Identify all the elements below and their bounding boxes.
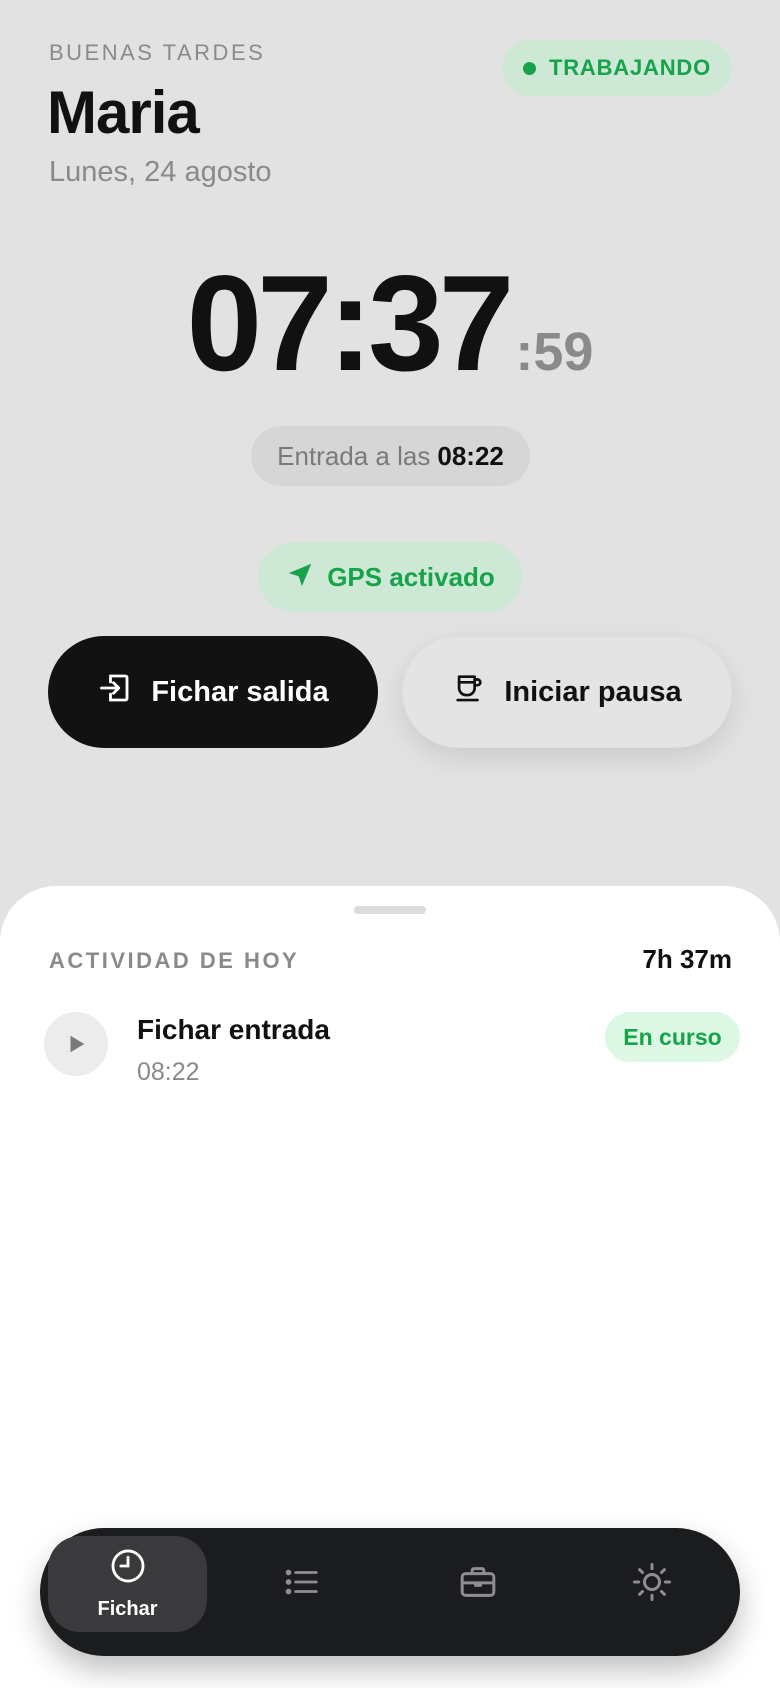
- activity-item-time: 08:22: [137, 1058, 200, 1086]
- entry-time: 08:22: [437, 440, 504, 471]
- worked-time-clock: 07:37 :59: [0, 255, 780, 391]
- gps-status-label: GPS activado: [327, 561, 495, 592]
- navigation-arrow-icon: [285, 560, 315, 595]
- entry-time-pill: Entrada a las 08:22: [251, 426, 530, 486]
- nav-tab-work[interactable]: [438, 1536, 518, 1632]
- nav-tab-fichar-label: Fichar: [97, 1598, 158, 1620]
- status-dot-icon: [523, 61, 536, 75]
- gps-status-pill: GPS activado: [258, 542, 522, 612]
- clock-out-button[interactable]: Fichar salida: [48, 636, 378, 748]
- start-pause-label: Iniciar pausa: [504, 675, 682, 708]
- sun-icon: [632, 1562, 672, 1607]
- activity-status-badge: En curso: [605, 1012, 740, 1062]
- nav-tab-fichar[interactable]: Fichar: [48, 1536, 207, 1632]
- briefcase-icon: [458, 1562, 498, 1607]
- greeting-text: BUENAS TARDES: [49, 40, 266, 65]
- bottom-navigation: Fichar: [40, 1528, 740, 1656]
- clock-seconds: :59: [515, 322, 594, 382]
- list-item[interactable]: Fichar entrada 08:22 En curso: [0, 1012, 780, 1092]
- user-name: Maria: [47, 79, 200, 146]
- list-icon: [283, 1563, 321, 1606]
- start-pause-button[interactable]: Iniciar pausa: [402, 636, 732, 748]
- activity-section-title: ACTIVIDAD DE HOY: [49, 948, 300, 973]
- work-status-badge: TRABAJANDO: [502, 40, 732, 96]
- sign-in-icon: [97, 670, 133, 714]
- clock-out-label: Fichar salida: [151, 675, 329, 708]
- play-icon: [44, 1012, 108, 1076]
- work-status-label: TRABAJANDO: [549, 55, 711, 80]
- current-date: Lunes, 24 agosto: [49, 156, 272, 188]
- clock-icon: [109, 1547, 147, 1590]
- coffee-cup-icon: [452, 671, 486, 713]
- sheet-drag-handle[interactable]: [354, 906, 426, 914]
- entry-label: Entrada a las: [277, 440, 431, 471]
- nav-tab-history[interactable]: [262, 1536, 342, 1632]
- activity-total-time: 7h 37m: [642, 944, 732, 974]
- nav-tab-settings[interactable]: [612, 1536, 692, 1632]
- activity-item-title: Fichar entrada: [137, 1014, 330, 1045]
- clock-hours-minutes: 07:37: [186, 247, 515, 399]
- clock-screen: BUENAS TARDES Maria Lunes, 24 agosto TRA…: [0, 0, 780, 1688]
